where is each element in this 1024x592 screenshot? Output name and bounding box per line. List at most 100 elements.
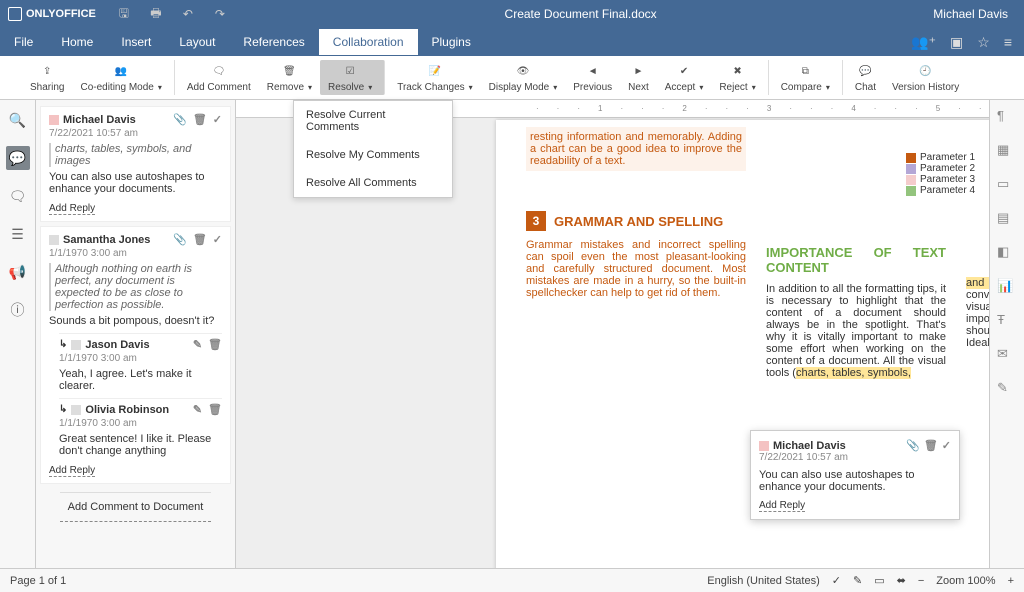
edit-icon[interactable]: ✎	[193, 338, 202, 351]
ribbon-label: Version History	[892, 82, 959, 93]
tab-insert[interactable]: Insert	[107, 29, 165, 55]
more-icon[interactable]: ≡	[1004, 34, 1012, 51]
search-icon[interactable]: 🔍	[6, 108, 30, 132]
menu-resolve-current-comments[interactable]: Resolve Current Comments	[294, 101, 452, 141]
compare-icon: ⧉	[795, 62, 815, 80]
text-art-icon[interactable]: Ŧ	[997, 312, 1017, 332]
header-footer-icon[interactable]: ▤	[997, 210, 1017, 230]
ribbon-accept[interactable]: ✔Accept	[657, 60, 712, 95]
ribbon-reject[interactable]: ✖Reject	[711, 60, 768, 95]
mail-merge-icon[interactable]: ✉	[997, 346, 1017, 366]
legend-item: Parameter 1	[906, 152, 975, 163]
resolve-check-icon[interactable]: ✓	[942, 439, 951, 452]
author-color-icon	[49, 235, 59, 245]
reply-author: Jason Davis	[85, 339, 149, 351]
menu-resolve-all-comments[interactable]: Resolve All Comments	[294, 169, 452, 197]
navigation-icon[interactable]: ☰	[6, 222, 30, 246]
ribbon-resolve[interactable]: ☑Resolve	[320, 60, 385, 95]
ribbon-add-comment[interactable]: 🗨Add Comment	[179, 60, 259, 95]
ribbon-display-mode[interactable]: 👁Display Mode	[481, 60, 566, 95]
ribbon-track-changes[interactable]: 📝Track Changes	[389, 60, 480, 95]
track-changes-status-icon[interactable]: ✎	[853, 574, 862, 587]
spellcheck-icon[interactable]: ✓	[832, 574, 841, 587]
tab-plugins[interactable]: Plugins	[418, 29, 485, 55]
delete-icon[interactable]: 🗑	[193, 233, 207, 246]
edit-icon[interactable]: ✎	[193, 403, 202, 416]
ribbon-compare[interactable]: ⧉ Compare	[773, 60, 843, 95]
comment-quote: Although nothing on earth is perfect, an…	[49, 263, 222, 311]
logo-icon	[8, 7, 22, 21]
menubar-right-icons: 👥⁺ ▣ ☆ ≡	[911, 34, 1024, 51]
add-reply-link[interactable]: Add Reply	[49, 203, 95, 215]
add-reply-link[interactable]: Add Reply	[49, 465, 95, 477]
shape-settings-icon[interactable]: ◧	[997, 244, 1017, 264]
tab-collaboration[interactable]: Collaboration	[319, 29, 418, 55]
fit-width-icon[interactable]: ⬌	[897, 574, 906, 587]
legend-item: Parameter 2	[906, 163, 975, 174]
delete-icon[interactable]: 🗑	[208, 338, 222, 351]
float-time: 7/22/2021 10:57 am	[759, 452, 951, 463]
tab-layout[interactable]: Layout	[165, 29, 229, 55]
paragraph-settings-icon[interactable]: ¶	[997, 108, 1017, 128]
section-number: 3	[526, 211, 546, 231]
tab-references[interactable]: References	[229, 29, 318, 55]
favorite-icon[interactable]: ☆	[977, 34, 990, 51]
col3-highlight: and images	[966, 277, 989, 289]
resolve-check-icon[interactable]: ✓	[213, 233, 222, 246]
current-user[interactable]: Michael Davis	[933, 7, 1008, 21]
ribbon-label: Next	[628, 82, 649, 93]
undo-icon[interactable]: ↶	[180, 6, 196, 22]
floating-comment-popup: Michael Davis 📎 🗑 ✓ 7/22/2021 10:57 am Y…	[750, 430, 960, 520]
col2-body: In addition to all the formatting tips, …	[766, 283, 946, 379]
reply-author: Olivia Robinson	[85, 404, 169, 416]
attach-icon[interactable]: 📎	[173, 233, 187, 246]
attach-icon[interactable]: 📎	[173, 113, 187, 126]
tab-file[interactable]: File	[0, 29, 47, 55]
feedback-icon[interactable]: 📢	[6, 260, 30, 284]
add-user-icon[interactable]: 👥⁺	[911, 34, 936, 51]
ribbon-label: Compare	[781, 82, 830, 93]
chart-settings-icon[interactable]: 📊	[997, 278, 1017, 298]
quick-access-toolbar: 🖫 🖶 ↶ ↷	[116, 6, 228, 22]
signature-icon[interactable]: ✎	[997, 380, 1017, 400]
about-icon[interactable]: ⓘ	[6, 298, 30, 322]
ribbon-sharing[interactable]: ⇪Sharing	[22, 60, 72, 95]
author-color-icon	[759, 441, 769, 451]
legend-swatch-icon	[906, 186, 916, 196]
ribbon-remove[interactable]: 🗑Remove	[259, 60, 320, 95]
print-icon[interactable]: 🖶	[148, 6, 164, 22]
save-icon[interactable]: 🖫	[116, 6, 132, 22]
delete-icon[interactable]: 🗑	[208, 403, 222, 416]
delete-icon[interactable]: 🗑	[924, 439, 938, 452]
attach-icon[interactable]: 📎	[906, 439, 920, 452]
delete-icon[interactable]: 🗑	[193, 113, 207, 126]
coedit-icon: 👥	[111, 62, 131, 80]
ribbon-version-history[interactable]: 🕘Version History	[884, 60, 967, 95]
redo-icon[interactable]: ↷	[212, 6, 228, 22]
ribbon-chat[interactable]: 💬Chat	[847, 60, 884, 95]
table-settings-icon[interactable]: ▦	[997, 142, 1017, 162]
column-left: resting information and memorably. Addin…	[526, 235, 746, 381]
fit-page-icon[interactable]: ▭	[874, 574, 884, 587]
tab-home[interactable]: Home	[47, 29, 107, 55]
ribbon-label: Track Changes	[397, 82, 472, 93]
section-heading: 3 GRAMMAR AND SPELLING	[526, 211, 746, 231]
title-bar: ONLYOFFICE 🖫 🖶 ↶ ↷ Create Document Final…	[0, 0, 1024, 28]
comment-item[interactable]: Samantha Jones📎🗑✓1/1/1970 3:00 amAlthoug…	[40, 226, 231, 484]
ribbon-co-editing-mode[interactable]: 👥Co-editing Mode	[72, 60, 174, 95]
comment-item[interactable]: Michael Davis📎🗑✓7/22/2021 10:57 amcharts…	[40, 106, 231, 222]
chat-panel-icon[interactable]: 🗨	[6, 184, 30, 208]
prev-icon: ◄	[583, 62, 603, 80]
legend-label: Parameter 1	[920, 152, 975, 163]
menu-resolve-my-comments[interactable]: Resolve My Comments	[294, 141, 452, 169]
section-title: GRAMMAR AND SPELLING	[554, 214, 723, 229]
open-location-icon[interactable]: ▣	[950, 34, 963, 51]
add-comment-to-document[interactable]: Add Comment to Document	[60, 492, 212, 522]
comments-icon[interactable]: 💬	[6, 146, 30, 170]
ribbon-next[interactable]: ►Next	[620, 60, 657, 95]
float-add-reply[interactable]: Add Reply	[759, 500, 805, 512]
ribbon-previous[interactable]: ◄Previous	[565, 60, 620, 95]
image-settings-icon[interactable]: ▭	[997, 176, 1017, 196]
resolve-check-icon[interactable]: ✓	[213, 113, 222, 126]
ribbon-label: Sharing	[30, 82, 64, 93]
